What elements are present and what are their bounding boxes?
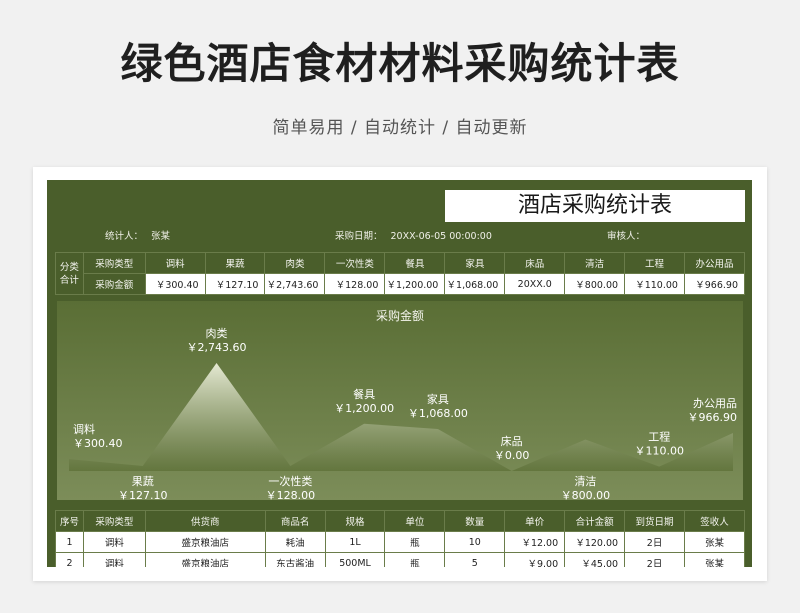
amount-cell: ￥800.00 [564,273,626,295]
table-cell: ￥9.00 [504,552,566,567]
table-cell: 10 [444,531,506,553]
column-header: 到货日期 [624,510,686,532]
amount-cell: ￥127.10 [204,273,266,295]
purchase-amount-chart: 采购金额调料 ￥300.40 果蔬 ￥127.10 肉类 ￥2,743.60 一次性类 ￥12… [57,301,743,500]
amount-cell: ￥2,743.60 [264,273,326,295]
category-cell: 果蔬 [204,252,266,274]
table-row: 2 调料 盛京粮油店 东古酱油 500ML 瓶 5 ￥9.00 ￥45.00 2日 张某 [55,552,745,567]
table-cell: 1L [324,531,386,553]
category-label: 工程 [648,431,670,444]
column-header: 单位 [384,510,446,532]
detail-table: 序号 采购类型 供货商 商品名 规格 单位 数量 单价 合计金额 到货日期 签收人 1 调料 盛京粮油店… [55,510,745,567]
data-label: ￥127.10 [118,489,168,500]
category-cell: 家具 [444,252,506,274]
sheet-title: 酒店采购统计表 [445,190,745,222]
table-cell: 瓶 [384,552,446,567]
category-label: 家具 [427,392,449,406]
category-label: 床品 [501,434,523,448]
column-header: 商品名 [264,510,326,532]
chart-title: 采购金额 [376,308,424,323]
column-header: 序号 [55,510,84,532]
table-cell: 2日 [624,552,686,567]
category-label: 肉类 [206,326,228,340]
table-cell: 东古酱油 [264,552,326,567]
column-header: 供货商 [144,510,266,532]
stat-person-value: 张某 [151,231,171,242]
stat-person-field: 统计人： 张某 [105,228,170,242]
amount-cell: ￥966.90 [683,273,746,295]
column-header: 签收人 [684,510,745,532]
category-cell: 调料 [144,252,206,274]
reviewer-field: 审核人： [607,228,653,242]
reviewer-label: 审核人： [607,231,646,242]
column-header: 单价 [504,510,566,532]
amount-cell: ￥110.00 [624,273,685,295]
summary-table: 分类 合计 采购类型 调料 果蔬 肉类 一次性类 餐具 家具 床品 清洁 工程 … [55,252,746,295]
table-cell: 张某 [684,531,745,553]
data-label: ￥2,743.60 [187,341,247,354]
table-cell: 2 [55,552,84,567]
category-cell: 清洁 [564,252,626,274]
category-cell: 一次性类 [324,252,386,274]
amount-cell: ￥128.00 [324,273,386,295]
category-label: 办公用品 [693,397,737,410]
data-label: ￥1,200.00 [334,402,394,415]
table-cell: 1 [55,531,84,553]
table-cell: 500ML [324,552,386,567]
amount-cell: ￥300.40 [144,273,206,295]
data-label: ￥800.00 [561,489,611,500]
column-header: 合计金额 [564,510,626,532]
category-cell: 床品 [504,252,566,274]
amount-cell: 20XX.0 [504,273,566,295]
category-cell: 餐具 [384,252,446,274]
table-cell: 盛京粮油店 [144,552,266,567]
amount-label: 采购金额 [82,273,146,295]
chart-svg: 采购金额调料￥300.40 果蔬￥127.10 肉类￥2,743.60 一次性类￥12… [57,301,743,500]
table-cell: 盛京粮油店 [144,531,266,553]
table-cell: 张某 [684,552,745,567]
category-cell: 办公用品 [683,252,746,274]
type-label: 采购类型 [82,252,146,274]
table-cell: 调料 [82,552,146,567]
page-subtitle: 简单易用 / 自动统计 / 自动更新 [272,118,528,138]
category-label: 清洁 [574,475,596,488]
column-header: 数量 [444,510,506,532]
stat-person-label: 统计人： [105,231,144,242]
spreadsheet-sheet: 酒店采购统计表 统计人： 张某 采购日期： 20XX-06-05 00:00:00 … [47,180,752,567]
category-label: 餐具 [353,387,375,401]
category-cell: 肉类 [264,252,326,274]
date-value: 20XX-06-05 00:00:00 [390,231,492,242]
category-label: 果蔬 [132,475,154,488]
table-cell: 5 [444,552,506,567]
data-label: ￥128.00 [266,489,316,500]
table-cell: 瓶 [384,531,446,553]
table-row: 1 调料 盛京粮油店 耗油 1L 瓶 10 ￥12.00 ￥120.00 2日 张某 [55,531,745,553]
detail-header-row: 序号 采购类型 供货商 商品名 规格 单位 数量 单价 合计金额 到货日期 签收人 [55,510,745,532]
data-label: ￥0.00 [494,449,529,462]
data-label: ￥966.90 [688,411,738,424]
data-label: ￥1,068.00 [408,407,468,420]
column-header: 采购类型 [82,510,146,532]
date-field: 采购日期： 20XX-06-05 00:00:00 [335,228,492,242]
table-cell: 耗油 [264,531,326,553]
table-cell: 调料 [82,531,146,553]
table-cell: ￥12.00 [504,531,566,553]
category-label: 调料 [73,422,95,436]
date-label: 采购日期： [335,231,383,242]
table-cell: 2日 [624,531,686,553]
category-label: 一次性类 [268,474,312,488]
table-cell: ￥45.00 [564,552,626,567]
column-header: 规格 [324,510,386,532]
data-label: ￥110.00 [634,445,684,458]
amount-cell: ￥1,200.00 [384,273,446,295]
table-cell: ￥120.00 [564,531,626,553]
page-title: 绿色酒店食材材料采购统计表 [120,39,680,88]
category-cell: 工程 [624,252,685,274]
amount-cell: ￥1,068.00 [444,273,506,295]
summary-row-label: 分类 合计 [55,252,84,295]
data-label: ￥300.40 [73,437,123,450]
